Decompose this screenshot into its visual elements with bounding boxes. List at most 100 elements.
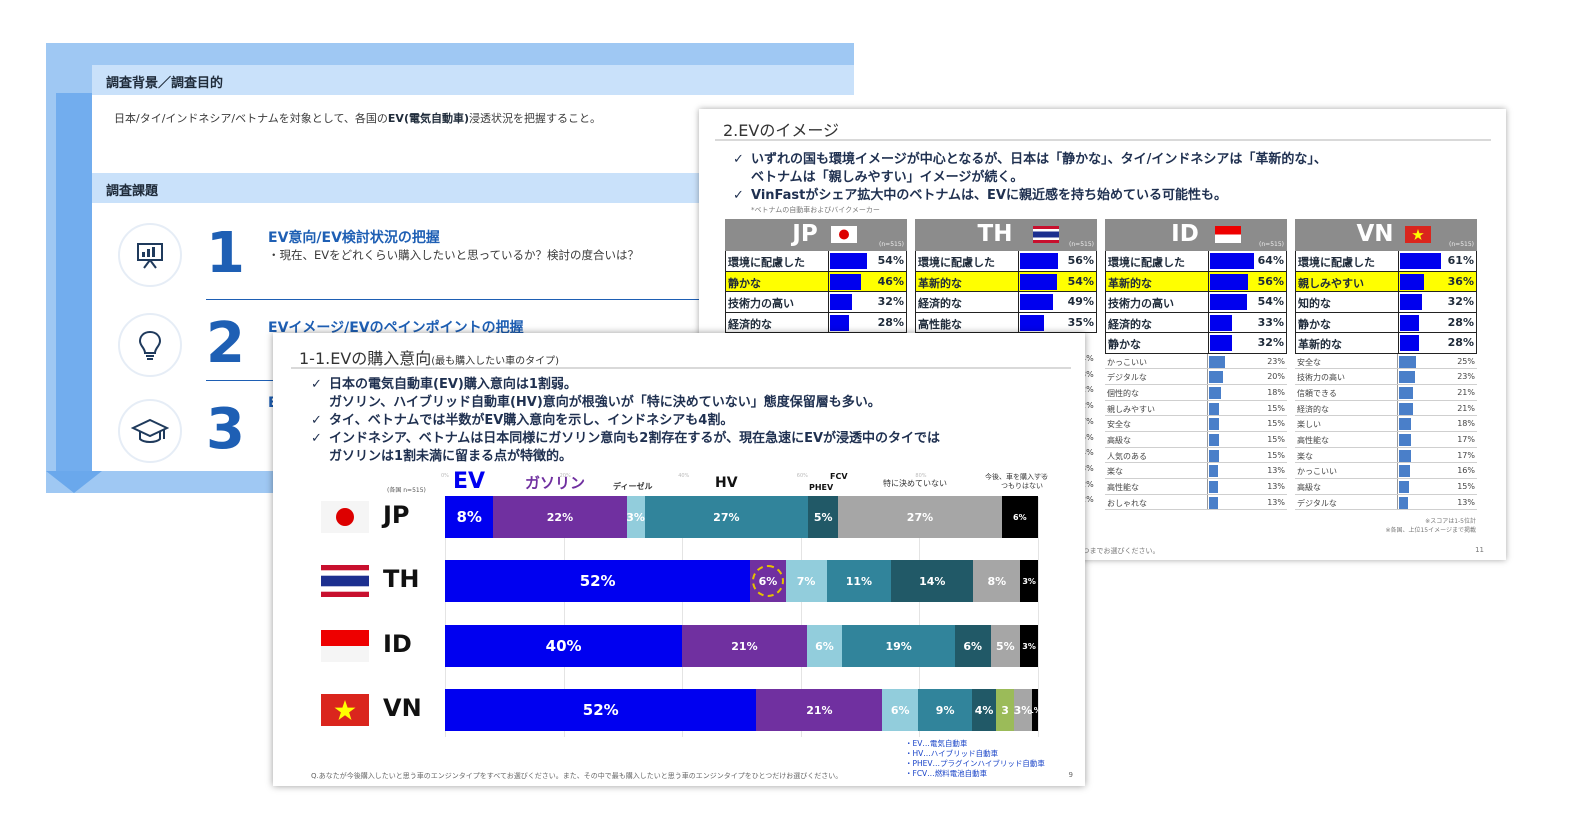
column-divider: [1397, 479, 1398, 494]
legend-undecided: 特に決めていない: [883, 479, 947, 488]
title-underline: [715, 139, 1491, 141]
flag-id-icon: [1215, 226, 1241, 243]
check-icon: ✓: [311, 431, 322, 446]
column-divider: [1208, 312, 1209, 332]
purpose-text-post: 浸透状況を把握すること。: [469, 112, 602, 125]
row-percent: 25%: [1457, 356, 1475, 366]
sample-size: (n=515): [1259, 241, 1284, 248]
slide-title-main: 1-1.EVの購入意向: [299, 349, 432, 368]
row-percent: 21%: [1457, 403, 1475, 413]
presentation-icon: [118, 223, 182, 287]
row-label: 革新的な: [1108, 276, 1152, 290]
column-divider: [1207, 416, 1208, 431]
definition-item: ・EV…電気自動車: [905, 739, 968, 748]
column-divider: [1397, 416, 1398, 431]
highlight-circle: [751, 565, 784, 597]
row-percent: 15%: [1457, 482, 1475, 491]
definition-item: ・PHEV…プラグインハイブリッド自動車: [905, 759, 1045, 768]
table-row-minor: おしゃれな 13%: [1105, 494, 1287, 511]
table-header: ID (n=515): [1105, 219, 1287, 251]
table-row-minor: 経済的な 21%: [1295, 400, 1477, 417]
bar-mark: [1209, 433, 1220, 446]
row-label: 経済的な: [1108, 317, 1152, 331]
row-percent: 36%: [1447, 274, 1474, 288]
bar-mark: [1210, 314, 1233, 331]
table-header: VN (n=515): [1295, 219, 1477, 251]
row-percent: 23%: [1267, 356, 1285, 366]
legend-ev: EV: [453, 469, 486, 494]
table-row-minor: 高級な 15%: [1105, 431, 1287, 448]
table-row: 静かな 28%: [1295, 312, 1477, 333]
purpose-text-bold: EV(電気自動車): [387, 112, 470, 125]
bar-mark: [1210, 253, 1254, 269]
bar-mark: [1400, 335, 1420, 351]
tick-label: 0%: [441, 473, 449, 479]
column-divider: [1397, 353, 1398, 369]
purpose-text-pre: 日本/タイ/インドネシア/ベトナムを対象として、各国の: [114, 112, 388, 125]
row-label: デジタルな: [1297, 498, 1337, 508]
bar-segment: 6%: [1001, 496, 1038, 538]
table-row: 環境に配慮した 64%: [1105, 251, 1287, 272]
flow-arrow-bar: [56, 93, 92, 473]
sample-size: (n=515): [879, 241, 904, 248]
row-label: 革新的な: [1298, 338, 1342, 351]
table-row: 高性能な 35%: [915, 312, 1097, 333]
bar-segment: 8%: [973, 560, 1021, 602]
issue-number: 1: [206, 221, 245, 286]
image-table-jp: JP (n=515) 環境に配慮した 54% 静かな 46% 技術力の高い 32% 経済的な 28…: [725, 219, 907, 333]
row-percent: 15%: [1267, 403, 1285, 413]
tick-label: 20%: [559, 473, 571, 479]
table-row: 親しみやすい 36%: [1295, 271, 1477, 292]
row-percent: 33%: [1257, 315, 1284, 329]
bar-mark: [1209, 449, 1220, 462]
bar-segment: 52%: [445, 689, 757, 731]
table-row-minor: 技術力の高い 23%: [1295, 369, 1477, 385]
sample-size: (n=515): [1069, 241, 1094, 248]
bar-segment: 3%: [1020, 625, 1038, 667]
bullet-item: ガソリン、ハイブリッド自動車(HV)意向が根強いが「特に決めていない」態度保留層…: [311, 394, 940, 412]
bar-segment: 6%: [750, 560, 786, 602]
gridline: [1038, 497, 1039, 737]
column-divider: [1018, 271, 1019, 291]
stacked-bar-vn: 52%21%6%9%4%33%1%: [445, 689, 1038, 731]
row-percent: 32%: [877, 295, 904, 308]
bullet-item: ✓ タイ、ベトナムでは半数がEV購入意向を示し、インドネシアも4割。: [311, 412, 940, 430]
table-row: 経済的な 49%: [915, 292, 1097, 313]
bar-mark: [1400, 294, 1422, 310]
issue-number: 3: [206, 397, 245, 462]
flag-jp-icon: [831, 226, 857, 243]
bar-segment: 3%: [1020, 560, 1038, 602]
bar-mark: [1399, 402, 1414, 415]
bar-mark: [830, 294, 852, 310]
column-divider: [1207, 353, 1208, 369]
page-number: 9: [1068, 771, 1073, 779]
row-label: 静かな: [1298, 317, 1331, 331]
image-table-th: TH (n=515) 環境に配慮した 56% 革新的な 54% 経済的な 49% 高性能な 35%: [915, 219, 1097, 333]
row-label: 技術力の高い: [728, 297, 794, 310]
column-divider: [828, 292, 829, 312]
column-divider: [1397, 494, 1398, 510]
row-label: 静かな: [1108, 338, 1141, 351]
row-label: 経済的な: [1297, 404, 1329, 414]
row-label: 楽しい: [1297, 420, 1321, 430]
table-row: 革新的な 54%: [915, 271, 1097, 292]
column-divider: [1398, 292, 1399, 312]
slide-ev-purchase-intent: 1-1.EVの購入意向(最も購入したい車のタイプ) ✓ 日本の電気自動車(EV)購…: [273, 333, 1085, 786]
table-row-minor: 安全な 25%: [1295, 353, 1477, 370]
column-divider: [828, 271, 829, 291]
bar-segment: 4%: [972, 689, 997, 731]
column-divider: [1207, 479, 1208, 494]
country-code: TH: [383, 565, 420, 593]
bar-mark: [1209, 386, 1222, 399]
image-table-id: ID (n=515) 環境に配慮した 64% 革新的な 56% 技術力の高い 54% 経済的な 3…: [1105, 219, 1287, 511]
column-divider: [1208, 251, 1209, 271]
bar-mark: [1210, 273, 1249, 290]
bar-segment: 1%: [1031, 689, 1038, 731]
flag-vn-icon: [1405, 226, 1431, 243]
bar-mark: [1020, 294, 1054, 310]
tick-label: 100%: [1034, 473, 1049, 479]
legend-no-plan-2: つもりはない: [1001, 482, 1043, 490]
bar-mark: [1400, 314, 1420, 331]
column-divider: [1208, 333, 1209, 353]
legend-diesel: ディーゼル: [613, 482, 653, 491]
